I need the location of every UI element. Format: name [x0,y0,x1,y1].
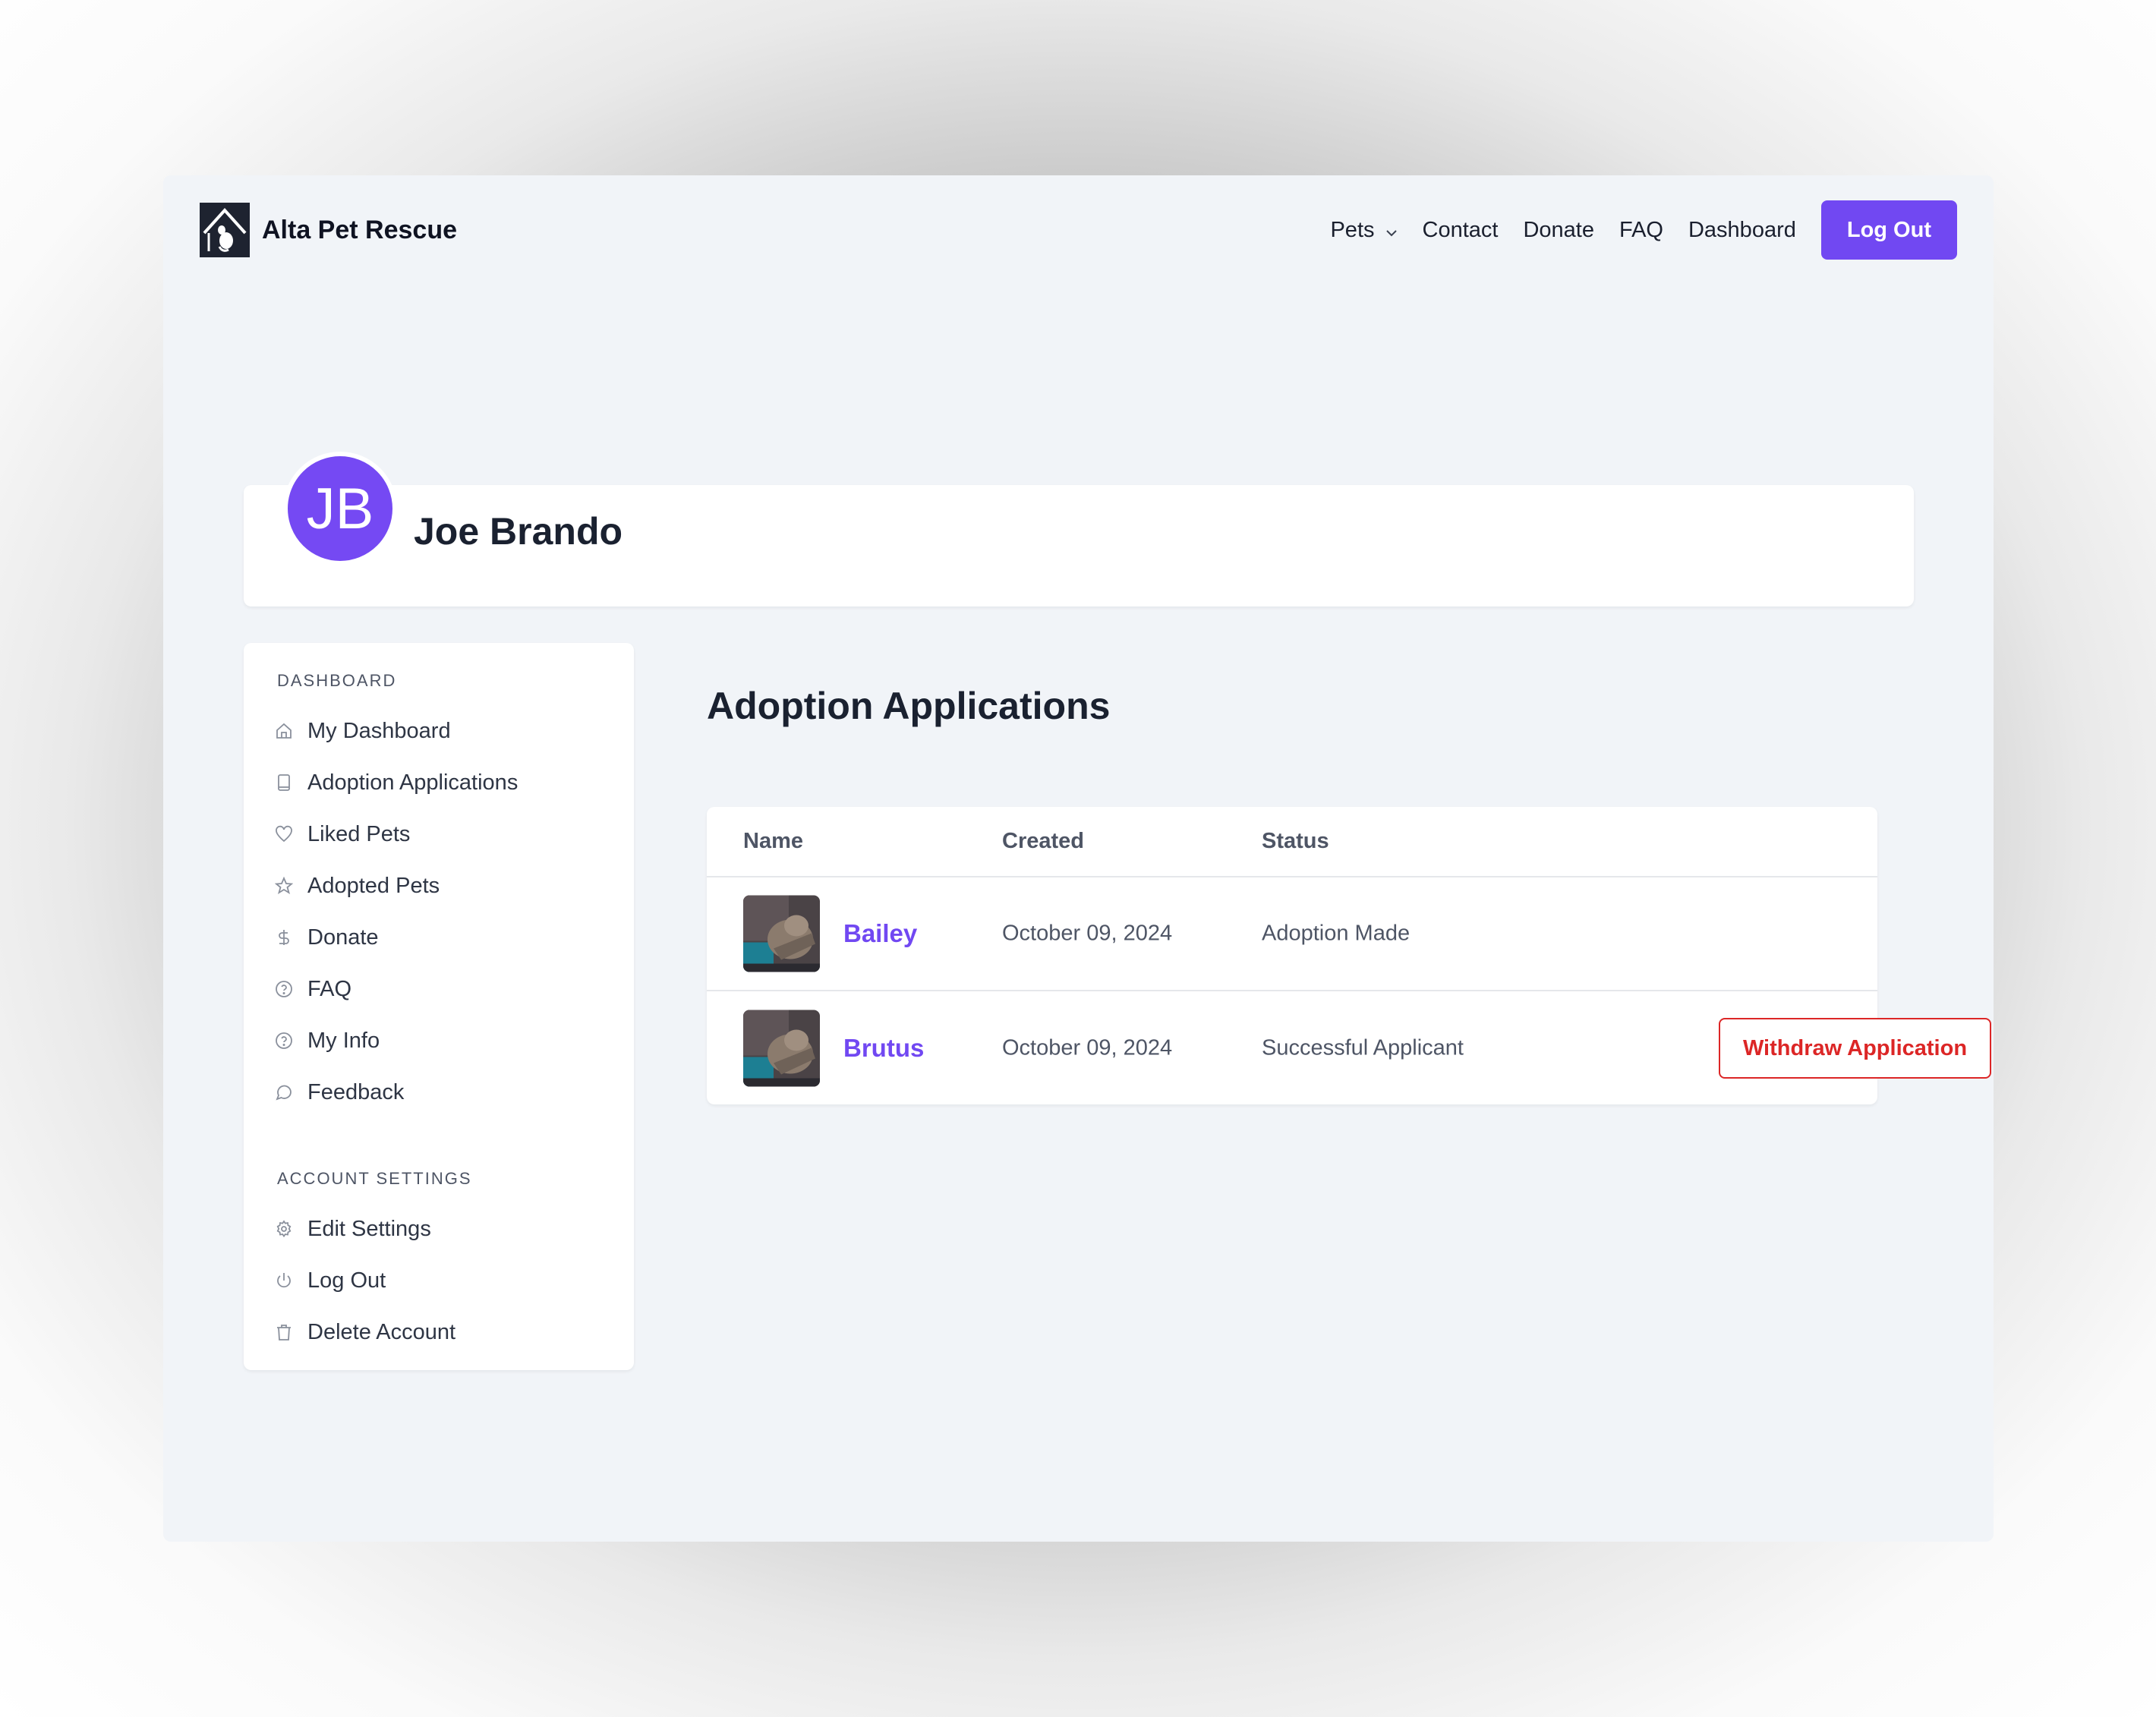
dollar-icon [274,928,294,947]
nav-pets[interactable]: Pets [1330,218,1397,243]
sidebar-item-my-dashboard[interactable]: My Dashboard [244,705,634,757]
nav-dashboard[interactable]: Dashboard [1688,218,1796,243]
question-circle-icon [274,1031,294,1051]
sidebar-heading-account: ACCOUNT SETTINGS [277,1169,472,1188]
table-row: Bailey October 09, 2024 Adoption Made [707,877,1877,991]
power-icon [274,1271,294,1290]
sidebar-heading-dashboard: DASHBOARD [277,671,397,690]
sidebar-item-log-out[interactable]: Log Out [244,1255,634,1306]
pet-photo [743,895,820,972]
avatar: JB [283,452,397,566]
sidebar-item-adoption-applications[interactable]: Adoption Applications [244,757,634,808]
home-icon [274,721,294,741]
brand[interactable]: Alta Pet Rescue [200,203,457,257]
nav-donate[interactable]: Donate [1523,218,1594,243]
sidebar-item-label: Log Out [307,1268,386,1293]
created-date: October 09, 2024 [1002,921,1173,946]
sidebar: DASHBOARD My Dashboard Adoption Applicat… [244,643,634,1370]
pet-photo [743,1010,820,1087]
nav-links: Pets Contact Donate FAQ Dashboard Log Ou… [1330,200,1957,260]
sidebar-item-label: Feedback [307,1079,405,1104]
column-header-status: Status [1262,829,1329,853]
sidebar-item-donate[interactable]: Donate [244,912,634,963]
column-header-name: Name [743,829,803,853]
star-icon [274,876,294,896]
sidebar-item-feedback[interactable]: Feedback [244,1066,634,1118]
sidebar-item-label: My Info [307,1028,380,1053]
sidebar-item-label: Edit Settings [307,1216,431,1241]
pet-name-link[interactable]: Bailey [843,919,917,948]
logout-button[interactable]: Log Out [1820,200,1957,260]
sidebar-item-liked-pets[interactable]: Liked Pets [244,808,634,860]
chat-bubble-icon [274,1082,294,1102]
app-window: Alta Pet Rescue Pets Contact Donate FAQ … [163,175,1994,1542]
application-status: Adoption Made [1262,921,1411,946]
brand-name: Alta Pet Rescue [262,215,457,244]
nav-faq[interactable]: FAQ [1619,218,1663,243]
sidebar-item-adopted-pets[interactable]: Adopted Pets [244,860,634,912]
profile-name: Joe Brando [414,510,623,553]
sidebar-item-label: Donate [307,925,379,950]
book-icon [274,773,294,792]
application-status: Successful Applicant [1262,1035,1464,1060]
created-date: October 09, 2024 [1002,1035,1173,1060]
house-pet-logo [200,203,250,257]
column-header-created: Created [1002,829,1084,853]
sidebar-item-label: Delete Account [307,1319,456,1344]
heart-icon [274,824,294,844]
withdraw-application-button[interactable]: Withdraw Application [1719,1018,1991,1079]
trash-icon [274,1322,294,1342]
sidebar-item-label: Adoption Applications [307,770,519,795]
sidebar-item-delete-account[interactable]: Delete Account [244,1306,634,1358]
chevron-down-icon [1385,218,1398,243]
nav-contact[interactable]: Contact [1423,218,1499,243]
sidebar-item-label: My Dashboard [307,718,451,743]
pet-name-link[interactable]: Brutus [843,1034,924,1063]
question-circle-icon [274,979,294,999]
sidebar-item-label: Liked Pets [307,821,411,846]
gear-icon [274,1219,294,1239]
page-title: Adoption Applications [707,685,1111,727]
sidebar-item-edit-settings[interactable]: Edit Settings [244,1203,634,1255]
sidebar-item-label: Adopted Pets [307,873,440,898]
sidebar-item-my-info[interactable]: My Info [244,1015,634,1066]
nav-pets-label: Pets [1330,217,1375,242]
top-nav: Alta Pet Rescue Pets Contact Donate FAQ … [163,175,1994,285]
table-header: Name Created Status [707,807,1877,877]
applications-table: Name Created Status Bailey October 09, 2… [707,807,1991,1105]
sidebar-item-label: FAQ [307,976,352,1001]
table-row: Brutus October 09, 2024 Successful Appli… [707,991,1991,1105]
sidebar-item-faq[interactable]: FAQ [244,963,634,1015]
